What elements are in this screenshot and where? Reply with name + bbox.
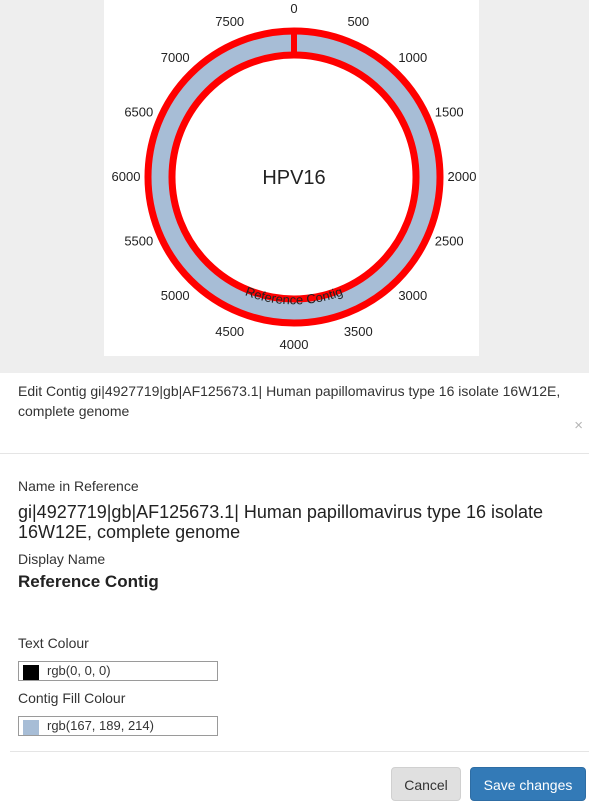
display-name-label: Display Name xyxy=(18,551,106,567)
modal-header: Edit Contig gi|4927719|gb|AF125673.1| Hu… xyxy=(0,373,589,454)
tick-label: 1500 xyxy=(435,105,464,120)
tick-label: 6500 xyxy=(124,105,153,120)
tick-label: 4000 xyxy=(280,337,309,352)
fill-colour-value: rgb(167, 189, 214) xyxy=(47,718,154,733)
tick-label: 5000 xyxy=(161,288,190,303)
text-colour-label: Text Colour xyxy=(18,635,89,651)
name-in-reference-value: gi|4927719|gb|AF125673.1| Human papillom… xyxy=(18,502,544,542)
tick-label: 1000 xyxy=(398,50,427,65)
fill-colour-label: Contig Fill Colour xyxy=(18,690,126,706)
circular-plot-card: HPV16 Reference Contig 0 500 1000 1500 2000 2… xyxy=(104,0,479,356)
display-name-value[interactable]: Reference Contig xyxy=(18,572,159,592)
text-colour-value: rgb(0, 0, 0) xyxy=(47,663,111,678)
tick-label: 5500 xyxy=(124,233,153,248)
save-changes-button[interactable]: Save changes xyxy=(470,767,586,801)
tick-label: 2000 xyxy=(448,169,477,184)
text-colour-swatch[interactable] xyxy=(23,665,39,680)
text-colour-input[interactable]: rgb(0, 0, 0) xyxy=(18,661,218,681)
tick-label: 3500 xyxy=(344,324,373,339)
tick-label: 4500 xyxy=(215,324,244,339)
tick-label: 7500 xyxy=(215,14,244,29)
close-icon[interactable]: × xyxy=(574,417,583,434)
cancel-button[interactable]: Cancel xyxy=(391,767,461,801)
name-in-reference-label: Name in Reference xyxy=(18,478,139,494)
plot-title: HPV16 xyxy=(262,167,325,189)
tick-label: 2500 xyxy=(435,233,464,248)
fill-colour-swatch[interactable] xyxy=(23,720,39,735)
circular-contig-plot: HPV16 Reference Contig 05001000150020002… xyxy=(112,1,477,352)
modal-footer-divider xyxy=(10,751,589,752)
tick-label: 7000 xyxy=(161,50,190,65)
tick-label: 0 xyxy=(290,1,297,16)
plot-area: HPV16 Reference Contig 0 500 1000 1500 2000 2… xyxy=(0,0,589,373)
tick-label: 6000 xyxy=(112,169,141,184)
modal-title: Edit Contig gi|4927719|gb|AF125673.1| Hu… xyxy=(18,383,561,419)
fill-colour-input[interactable]: rgb(167, 189, 214) xyxy=(18,716,218,736)
tick-label: 500 xyxy=(347,14,369,29)
tick-label: 3000 xyxy=(398,288,427,303)
